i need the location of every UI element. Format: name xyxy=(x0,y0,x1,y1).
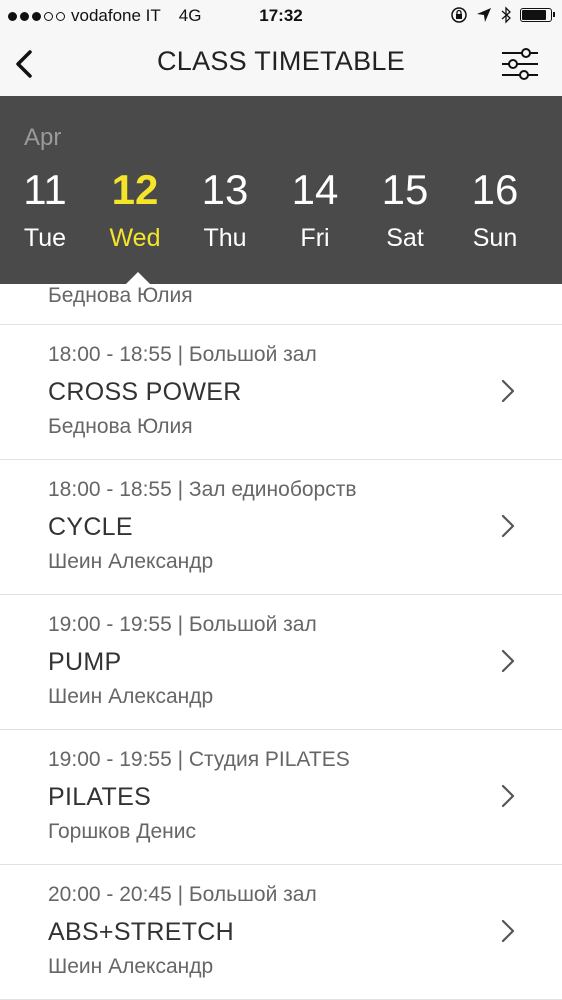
class-list[interactable]: Беднова Юлия 18:00 - 18:55 | Большой зал… xyxy=(0,284,562,1000)
class-name: PILATES xyxy=(48,783,152,811)
bluetooth-icon xyxy=(501,6,511,24)
class-instructor: Шеин Александр xyxy=(48,955,214,978)
class-time-location: 19:00 - 19:55 | Студия PILATES xyxy=(48,748,350,771)
status-bar: vodafone IT 4G 17:32 xyxy=(0,0,562,32)
sliders-icon xyxy=(502,48,538,80)
class-name: CROSS POWER xyxy=(48,378,242,406)
class-time-location: 18:00 - 18:55 | Большой зал xyxy=(48,343,317,366)
day-number: 15 xyxy=(381,166,429,213)
battery-fill xyxy=(522,10,547,20)
day-number: 13 xyxy=(201,166,249,213)
class-row[interactable]: 19:00 - 19:55 | Студия PILATES PILATES Г… xyxy=(0,730,562,865)
navigation-bar: CLASS TIMETABLE xyxy=(0,32,562,96)
class-name: ABS+STRETCH xyxy=(48,918,234,946)
day-number: 12 xyxy=(111,166,159,213)
chevron-right-icon xyxy=(501,784,515,808)
class-row[interactable]: 18:00 - 18:55 | Зал единоборств CYCLE Ше… xyxy=(0,460,562,595)
battery-icon xyxy=(520,8,555,22)
class-time-location: 19:00 - 19:55 | Большой зал xyxy=(48,613,317,636)
day-16[interactable]: 16 Sun xyxy=(450,162,540,258)
day-name: Wed xyxy=(109,224,161,252)
class-row[interactable]: 18:00 - 18:55 | Большой зал CROSS POWER … xyxy=(0,325,562,460)
class-name: CYCLE xyxy=(48,513,133,541)
chevron-right-icon xyxy=(501,514,515,538)
day-name: Sun xyxy=(472,224,518,252)
chevron-right-icon xyxy=(501,919,515,943)
day-13[interactable]: 13 Thu xyxy=(180,162,270,258)
selected-day-pointer xyxy=(126,272,150,284)
month-label: Apr xyxy=(24,124,62,151)
day-selector: 11 Tue 12 Wed 13 Thu 14 Fri 15 Sat 16 Sun 17Mon xyxy=(0,162,562,272)
class-time-location: 20:00 - 20:45 | Большой зал xyxy=(48,883,317,906)
date-strip: Apr 11 Tue 12 Wed 13 Thu 14 Fri 15 Sat 16 Sun 17Mon xyxy=(0,96,562,284)
day-name: Mon xyxy=(540,218,562,258)
class-time-location: 18:00 - 18:55 | Зал единоборств xyxy=(48,478,357,501)
day-11[interactable]: 11 Tue xyxy=(0,162,90,258)
day-name: Fri xyxy=(300,224,330,252)
day-14[interactable]: 14 Fri xyxy=(270,162,360,258)
day-number: 11 xyxy=(23,166,67,213)
chevron-right-icon xyxy=(501,379,515,403)
chevron-right-icon xyxy=(501,649,515,673)
status-right xyxy=(450,6,555,24)
day-number: 17 xyxy=(540,162,562,218)
day-15[interactable]: 15 Sat xyxy=(360,162,450,258)
page-title: CLASS TIMETABLE xyxy=(156,46,406,76)
class-name: PUMP xyxy=(48,648,122,676)
rotation-lock-icon xyxy=(451,7,467,23)
day-name: Sat xyxy=(386,224,424,252)
class-row[interactable]: 20:00 - 20:45 | Большой зал ABS+STRETCH … xyxy=(0,865,562,1000)
filter-button[interactable] xyxy=(500,44,540,84)
day-number: 16 xyxy=(471,166,519,213)
day-name: Tue xyxy=(23,224,67,252)
day-17[interactable]: 17Mon xyxy=(540,162,562,258)
day-number: 14 xyxy=(291,166,339,213)
class-instructor: Шеин Александр xyxy=(48,550,214,573)
class-row-partial[interactable]: Беднова Юлия xyxy=(0,284,562,325)
class-instructor: Шеин Александр xyxy=(48,685,214,708)
day-12[interactable]: 12 Wed xyxy=(90,162,180,258)
class-instructor: Беднова Юлия xyxy=(48,415,193,438)
location-arrow-icon xyxy=(477,8,491,22)
class-row[interactable]: 19:00 - 19:55 | Большой зал PUMP Шеин Ал… xyxy=(0,595,562,730)
class-instructor: Горшков Денис xyxy=(48,820,196,843)
class-instructor: Беднова Юлия xyxy=(48,284,193,307)
day-name: Thu xyxy=(203,224,247,252)
